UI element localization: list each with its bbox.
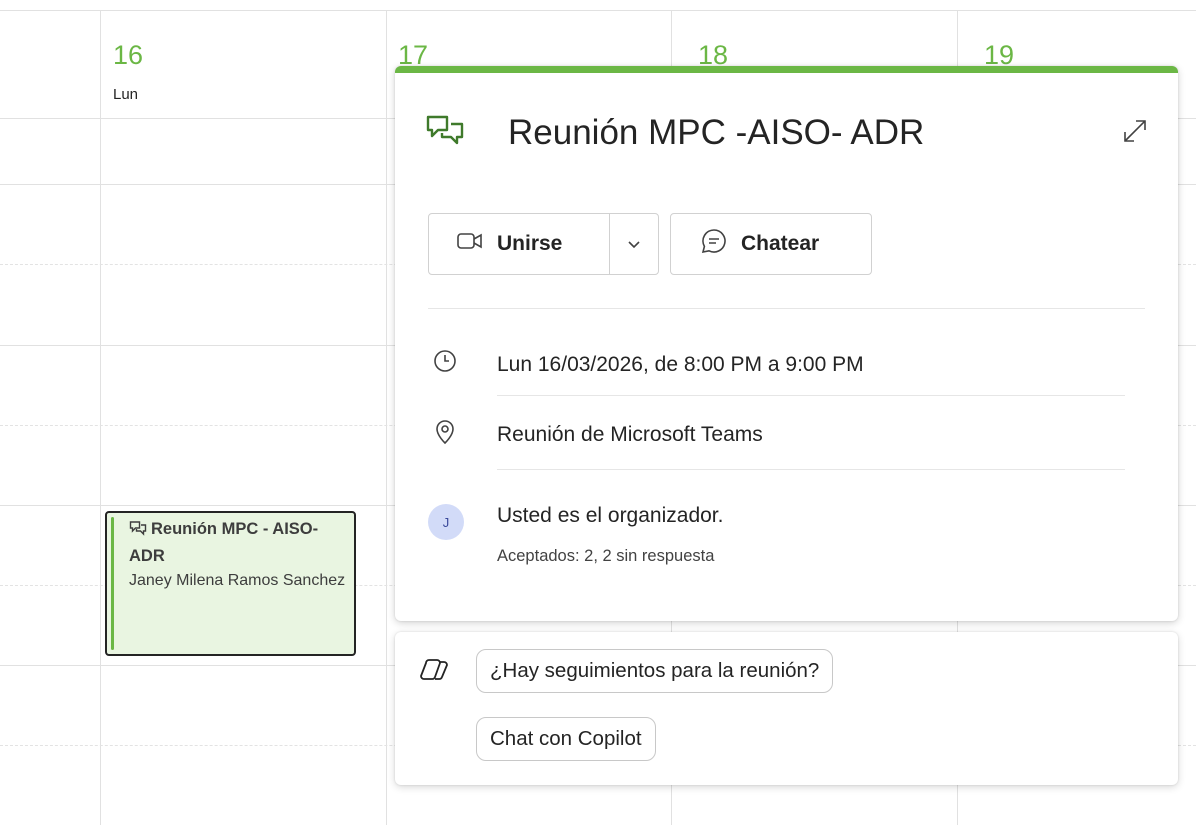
calendar-event[interactable]: Reunión MPC - AISO- ADR Janey Milena Ram…	[105, 511, 356, 656]
expand-icon[interactable]	[1122, 118, 1148, 149]
copilot-icon	[419, 657, 449, 688]
chat-bubble-icon	[701, 228, 727, 260]
column-divider	[386, 10, 387, 825]
join-options-button[interactable]	[609, 213, 659, 275]
organizer-text: Usted es el organizador.	[497, 504, 724, 527]
day-name-16: Lun	[113, 86, 139, 103]
location-pin-icon	[433, 419, 457, 450]
event-title: Reunión MPC - AISO- ADR	[129, 517, 346, 569]
divider	[428, 308, 1145, 309]
response-summary[interactable]: Aceptados: 2, 2 sin respuesta	[497, 547, 714, 566]
chevron-down-icon	[627, 232, 641, 256]
event-title: Reunión MPC -AISO- ADR	[508, 113, 925, 152]
copilot-suggestions-panel: ¿Hay seguimientos para la reunión? Chat …	[395, 632, 1178, 785]
teams-chat-icon	[129, 519, 147, 544]
video-camera-icon	[457, 231, 483, 257]
teams-chat-icon	[425, 113, 465, 154]
divider	[497, 395, 1125, 396]
event-details-popup: Reunión MPC -AISO- ADR Unirse Chatear Lu…	[395, 66, 1178, 621]
copilot-suggestion-followups[interactable]: ¿Hay seguimientos para la reunión?	[476, 649, 834, 693]
avatar: J	[428, 504, 464, 540]
event-organizer: Janey Milena Ramos Sanchez	[129, 572, 346, 589]
clock-icon	[433, 349, 457, 378]
event-location: Reunión de Microsoft Teams	[497, 423, 763, 446]
event-datetime: Lun 16/03/2026, de 8:00 PM a 9:00 PM	[497, 353, 864, 376]
grid-top-line	[0, 10, 1196, 11]
day-number-16[interactable]: 16	[113, 40, 143, 71]
event-title-text: Reunión MPC - AISO- ADR	[129, 520, 319, 565]
join-button[interactable]: Unirse	[428, 213, 610, 275]
chat-button[interactable]: Chatear	[670, 213, 872, 275]
chat-label: Chatear	[741, 232, 820, 255]
divider	[497, 469, 1125, 470]
column-divider	[100, 10, 101, 825]
copilot-chat-button[interactable]: Chat con Copilot	[476, 717, 656, 761]
join-label: Unirse	[497, 232, 563, 255]
